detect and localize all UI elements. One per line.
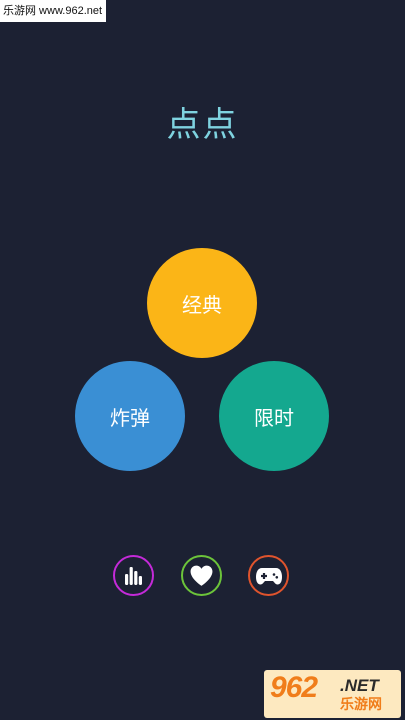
leaderboard-button[interactable] xyxy=(113,555,154,596)
watermark-brand: 乐游网 xyxy=(340,697,382,713)
like-button[interactable] xyxy=(181,555,222,596)
timed-mode-button[interactable]: 限时 xyxy=(219,361,329,471)
gamepad-icon xyxy=(255,567,282,584)
more-games-button[interactable] xyxy=(248,555,289,596)
watermark-top: 乐游网 www.962.net xyxy=(0,0,107,22)
game-title: 点点 xyxy=(166,105,239,145)
heart-icon xyxy=(190,565,213,586)
classic-mode-label: 经典 xyxy=(182,292,222,317)
timed-mode-label: 限时 xyxy=(254,405,294,430)
watermark-number: 962 xyxy=(270,671,318,704)
bomb-mode-button[interactable]: 炸弹 xyxy=(75,361,185,471)
watermark-logo: 962 .NET 乐游网 xyxy=(264,670,401,718)
bar-chart-icon xyxy=(124,566,142,585)
watermark-domain: .NET xyxy=(340,676,379,695)
classic-mode-button[interactable]: 经典 xyxy=(147,248,257,358)
bomb-mode-label: 炸弹 xyxy=(110,405,150,430)
